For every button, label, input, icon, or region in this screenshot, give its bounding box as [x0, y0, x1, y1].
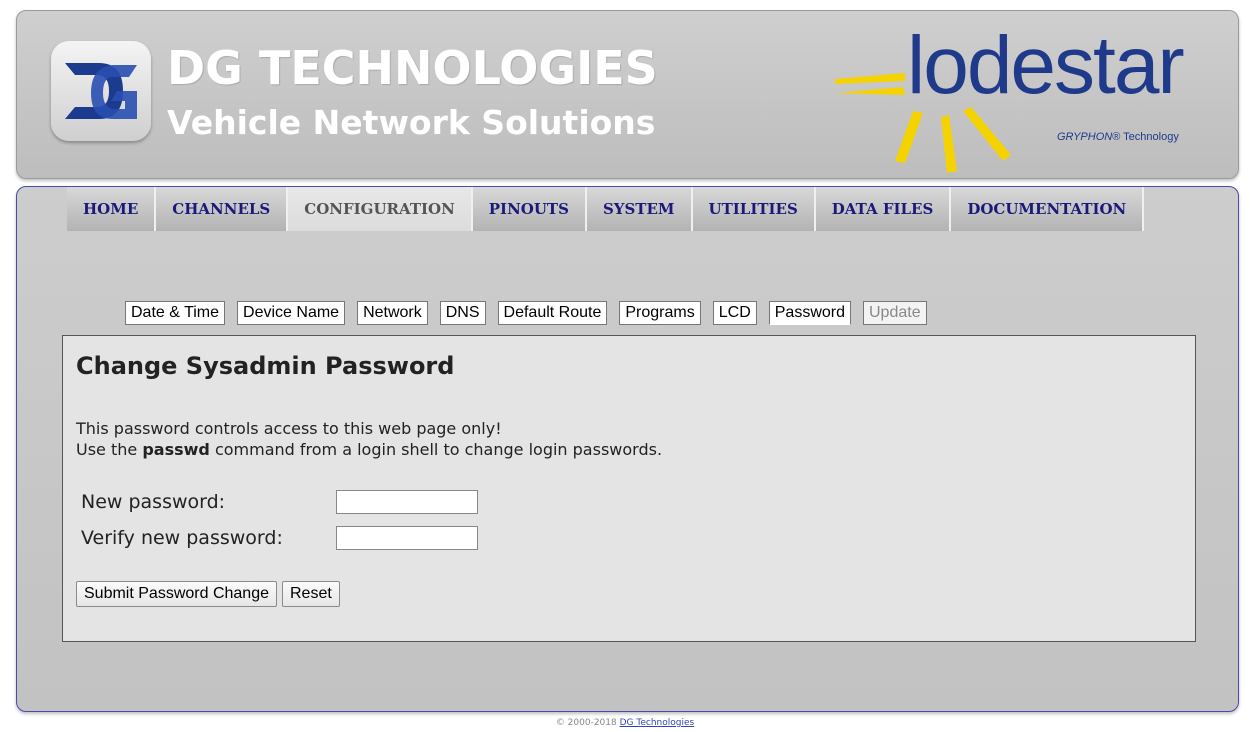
- nav-documentation[interactable]: DOCUMENTATION: [951, 187, 1145, 231]
- description-prefix: Use the: [76, 440, 143, 459]
- nav-system[interactable]: SYSTEM: [586, 187, 693, 231]
- subtab-dns[interactable]: DNS: [439, 301, 486, 325]
- new-password-row: New password:: [81, 490, 478, 514]
- technology-label: ® Technology: [1112, 131, 1179, 143]
- config-subtabs: Date & Time Device Name Network DNS Defa…: [125, 301, 939, 325]
- new-password-input[interactable]: [336, 490, 478, 514]
- verify-password-row: Verify new password:: [81, 526, 478, 550]
- dg-technologies-link[interactable]: DG Technologies: [620, 718, 695, 728]
- copyright-text: © 2000-2018: [555, 718, 620, 728]
- brand-subtitle: Vehicle Network Solutions: [167, 103, 656, 142]
- subtab-default-route[interactable]: Default Route: [497, 301, 608, 325]
- password-form-panel: Change Sysadmin Password This password c…: [62, 335, 1196, 642]
- footer: © 2000-2018 DG Technologies: [0, 718, 1250, 728]
- lodestar-logo: lodestar: [907, 20, 1185, 111]
- subtab-network[interactable]: Network: [357, 301, 428, 325]
- subtab-lcd[interactable]: LCD: [712, 301, 757, 325]
- page-title: Change Sysadmin Password: [76, 352, 455, 380]
- dg-logo-icon: [51, 41, 151, 141]
- reset-button[interactable]: Reset: [281, 581, 340, 607]
- passwd-command: passwd: [142, 440, 210, 459]
- top-navigation: HOME CHANNELS CONFIGURATION PINOUTS SYST…: [67, 187, 1145, 233]
- nav-home[interactable]: HOME: [67, 187, 157, 231]
- header-banner: DG TECHNOLOGIES Vehicle Network Solution…: [16, 10, 1239, 179]
- new-password-label: New password:: [81, 491, 226, 513]
- submit-password-change-button[interactable]: Submit Password Change: [76, 581, 277, 607]
- description-suffix: command from a login shell to change log…: [209, 440, 663, 459]
- gryphon-label: GRYPHON: [1057, 131, 1113, 143]
- subtab-date-time[interactable]: Date & Time: [125, 301, 226, 325]
- form-actions: Submit Password Change Reset: [76, 581, 345, 607]
- subtab-programs[interactable]: Programs: [619, 301, 701, 325]
- nav-configuration[interactable]: CONFIGURATION: [288, 187, 473, 231]
- subtab-password[interactable]: Password: [768, 301, 851, 325]
- nav-channels[interactable]: CHANNELS: [156, 187, 289, 231]
- description-text: This password controls access to this we…: [76, 418, 662, 460]
- verify-password-input[interactable]: [336, 526, 478, 550]
- subtab-update[interactable]: Update: [863, 301, 927, 325]
- nav-utilities[interactable]: UTILITIES: [692, 187, 816, 231]
- brand-title: DG TECHNOLOGIES: [167, 41, 658, 95]
- nav-pinouts[interactable]: PINOUTS: [472, 187, 587, 231]
- lodestar-tagline: GRYPHON® Technology: [1057, 131, 1179, 143]
- description-line-2: Use the passwd command from a login shel…: [76, 439, 662, 460]
- main-panel: HOME CHANNELS CONFIGURATION PINOUTS SYST…: [16, 186, 1239, 712]
- subtab-device-name[interactable]: Device Name: [237, 301, 346, 325]
- description-line-1: This password controls access to this we…: [76, 419, 502, 438]
- nav-data-files[interactable]: DATA FILES: [815, 187, 952, 231]
- verify-password-label: Verify new password:: [81, 527, 283, 549]
